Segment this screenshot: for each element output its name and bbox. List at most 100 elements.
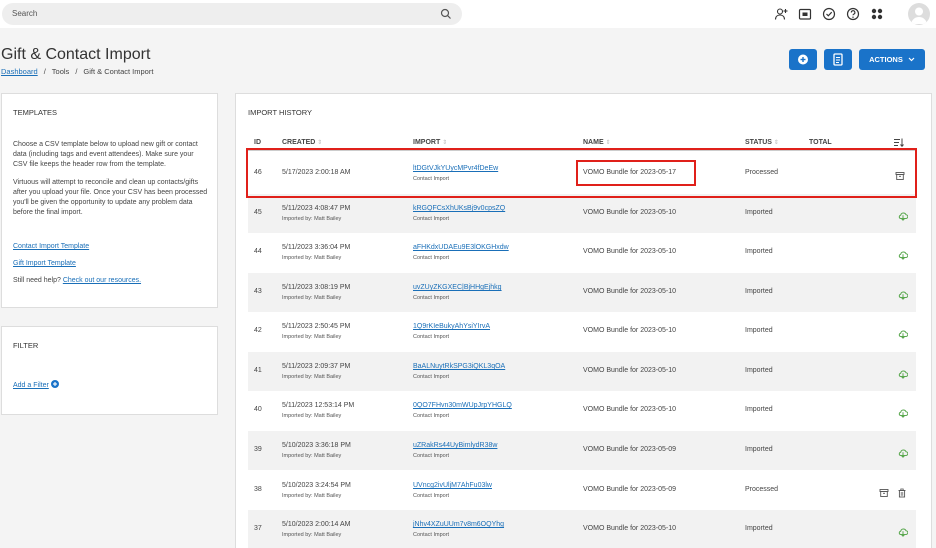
row-status: Imported — [745, 406, 773, 413]
search-placeholder: Search — [12, 9, 38, 18]
avatar[interactable] — [908, 3, 930, 25]
help-icon[interactable] — [846, 7, 860, 21]
row-import-link[interactable]: BaALNuytRkSPG3iQKL3qOA — [413, 363, 505, 370]
row-import-type: Contact Import — [413, 413, 450, 419]
table-row[interactable]: 38 5/10/2023 3:24:54 PM Imported by: Matt … — [248, 471, 916, 510]
row-created: 5/10/2023 2:00:14 AM — [282, 521, 351, 528]
row-import-type: Contact Import — [413, 295, 450, 301]
table-row[interactable]: 45 5/11/2023 4:08:47 PM Imported by: Matt … — [248, 194, 916, 233]
table-row[interactable]: 40 5/11/2023 12:53:14 PM Imported by: Matt… — [248, 391, 916, 430]
row-name: VOMO Bundle for 2023-05-10 — [583, 288, 676, 295]
col-name[interactable]: NAME ⇕ — [583, 139, 611, 146]
cloud-download-icon[interactable] — [898, 247, 909, 260]
row-import-type: Contact Import — [413, 493, 450, 499]
row-id: 41 — [254, 367, 262, 374]
row-import-type: Contact Import — [413, 532, 450, 538]
cloud-download-icon[interactable] — [898, 445, 909, 458]
add-button[interactable] — [789, 49, 817, 70]
folder-icon[interactable] — [798, 7, 812, 21]
cloud-download-icon[interactable] — [898, 208, 909, 221]
cloud-download-icon[interactable] — [898, 366, 909, 379]
cloud-download-icon[interactable] — [898, 326, 909, 339]
row-import-link[interactable]: 0QO7FHvn30mWUpJrpYHGLQ — [413, 402, 512, 409]
templates-desc-1: Choose a CSV template below to upload ne… — [13, 141, 198, 169]
row-import-link[interactable]: uZRakRs44UyBimlydR38w — [413, 442, 497, 449]
add-person-icon[interactable] — [774, 7, 788, 21]
row-imported-by: Imported by: Matt Bailey — [282, 295, 342, 301]
row-import-link[interactable]: aFHKdxUDAEu9E3lOKGHxdw — [413, 244, 509, 251]
breadcrumb-current: Gift & Contact Import — [83, 67, 154, 76]
cloud-download-icon[interactable] — [898, 287, 909, 300]
col-created[interactable]: CREATED ⇕ — [282, 139, 322, 146]
row-import-link[interactable]: UVncg2ivUljM7AhFu03lw — [413, 482, 492, 489]
row-name: VOMO Bundle for 2023-05-10 — [583, 406, 676, 413]
row-id: 38 — [254, 486, 262, 493]
contact-import-template-link[interactable]: Contact Import Template — [13, 243, 89, 250]
table-row[interactable]: 41 5/11/2023 2:09:37 PM Imported by: Matt … — [248, 352, 916, 391]
col-status[interactable]: STATUS ⇕ — [745, 139, 779, 146]
row-id: 43 — [254, 288, 262, 295]
row-name: VOMO Bundle for 2023-05-09 — [583, 446, 676, 453]
row-created: 5/11/2023 3:08:19 PM — [282, 284, 351, 291]
sort-icon: ⇕ — [605, 140, 611, 146]
row-import-type: Contact Import — [413, 453, 450, 459]
gift-import-template-link[interactable]: Gift Import Template — [13, 260, 76, 267]
row-id: 37 — [254, 525, 262, 532]
row-import-type: Contact Import — [413, 216, 450, 222]
filter-panel: FILTER Add a Filter — [1, 326, 218, 415]
col-status-label: STATUS — [745, 139, 772, 146]
table-row[interactable]: 39 5/10/2023 3:36:18 PM Imported by: Matt … — [248, 431, 916, 470]
table-row[interactable]: 44 5/11/2023 3:36:04 PM Imported by: Matt … — [248, 233, 916, 272]
table-row[interactable]: 42 5/11/2023 2:50:45 PM Imported by: Matt … — [248, 312, 916, 351]
table-row[interactable]: 43 5/11/2023 3:08:19 PM Imported by: Matt … — [248, 273, 916, 312]
breadcrumb: Dashboard / Tools / Gift & Contact Import — [1, 67, 154, 76]
row-imported-by: Imported by: Matt Bailey — [282, 374, 342, 380]
table-row[interactable]: 37 5/10/2023 2:00:14 AM Imported by: Matt … — [248, 510, 916, 548]
filter-title: FILTER — [13, 341, 39, 350]
row-imported-by: Imported by: Matt Bailey — [282, 532, 342, 538]
cloud-download-icon[interactable] — [898, 524, 909, 537]
chevron-down-icon — [908, 57, 915, 62]
archive-icon[interactable] — [879, 485, 889, 497]
col-import-label: IMPORT — [413, 139, 441, 146]
row-status: Imported — [745, 446, 773, 453]
templates-panel: TEMPLATES Choose a CSV template below to… — [1, 93, 218, 308]
row-status: Imported — [745, 288, 773, 295]
row-import-link[interactable]: jNhv4XZuUUm7v8m6OQYhg — [413, 521, 504, 528]
resources-link[interactable]: Check out our resources. — [63, 277, 141, 284]
top-bar: Search — [0, 0, 936, 28]
apps-icon[interactable] — [870, 7, 884, 21]
col-name-label: NAME — [583, 139, 604, 146]
row-id: 45 — [254, 209, 262, 216]
row-status: Imported — [745, 248, 773, 255]
row-import-type: Contact Import — [413, 374, 450, 380]
row-status: Imported — [745, 525, 773, 532]
row-status: Imported — [745, 327, 773, 334]
row-imported-by: Imported by: Matt Bailey — [282, 216, 342, 222]
row-name: VOMO Bundle for 2023-05-09 — [583, 486, 676, 493]
col-import[interactable]: IMPORT ⇕ — [413, 139, 447, 146]
row-status: Imported — [745, 209, 773, 216]
search-input[interactable]: Search — [2, 3, 462, 25]
row-import-link[interactable]: kRGQFCsXhUKsBj9v0cpsZQ — [413, 205, 505, 212]
templates-desc-2: Virtuous will attempt to reconcile and c… — [13, 178, 208, 217]
actions-button[interactable]: ACTIONS — [859, 49, 925, 70]
templates-title: TEMPLATES — [13, 108, 58, 117]
trash-icon[interactable] — [897, 485, 907, 498]
column-settings-icon[interactable] — [894, 138, 904, 147]
row-imported-by: Imported by: Matt Bailey — [282, 453, 342, 459]
check-circle-icon[interactable] — [822, 7, 836, 21]
col-created-label: CREATED — [282, 139, 316, 146]
breadcrumb-dashboard[interactable]: Dashboard — [1, 67, 38, 76]
breadcrumb-tools[interactable]: Tools — [52, 67, 70, 76]
col-id: ID — [254, 139, 261, 146]
row-created: 5/11/2023 3:36:04 PM — [282, 244, 351, 251]
row-import-type: Contact Import — [413, 334, 450, 340]
row-import-link[interactable]: 1Q9rKIeBukyAhYsiYIrvA — [413, 323, 490, 330]
report-button[interactable] — [824, 49, 852, 70]
row-import-link[interactable]: uvZUyZKGXEC|BjHHgEjhkg — [413, 284, 502, 291]
add-filter-link[interactable]: Add a Filter — [13, 380, 59, 389]
search-icon[interactable] — [440, 8, 452, 20]
row-imported-by: Imported by: Matt Bailey — [282, 334, 342, 340]
cloud-download-icon[interactable] — [898, 405, 909, 418]
